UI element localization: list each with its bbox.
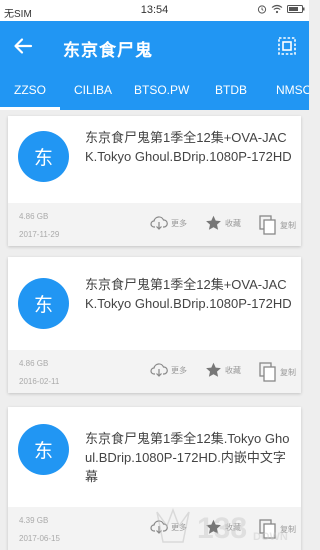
battery-icon: [287, 5, 305, 13]
copy-icon: [259, 215, 276, 235]
copy-icon: [259, 362, 276, 382]
tab-active-indicator: [0, 107, 60, 110]
select-all-icon[interactable]: [277, 36, 297, 56]
arrow-back-icon[interactable]: [12, 35, 34, 57]
copy-label: 复制: [280, 367, 296, 377]
copy-button[interactable]: 复制: [259, 362, 296, 382]
star-icon: [206, 215, 221, 230]
tab-zzso[interactable]: ZZSO: [14, 83, 46, 97]
result-meta: 4.86 GB 2016-02-11 更多 收藏 复制: [8, 350, 301, 393]
result-date: 2016-02-11: [19, 377, 60, 386]
tab-nmso[interactable]: NMSO: [276, 83, 309, 97]
star-icon: [206, 362, 221, 377]
watermark-word: DOWN: [253, 531, 288, 543]
favorite-button[interactable]: 收藏: [205, 362, 241, 378]
result-title[interactable]: 东京食尸鬼第1季全12集.Tokyo Ghoul.BDrip.1080P-172…: [85, 429, 293, 486]
page-title: 东京食尸鬼: [63, 41, 153, 60]
copy-label: 复制: [280, 220, 296, 230]
watermark-number: 138: [197, 512, 247, 545]
file-size: 4.39 GB: [19, 516, 49, 525]
result-date: 2017-11-29: [19, 230, 60, 239]
result-card[interactable]: 东 东京食尸鬼第1季全12集+OVA-JACK.Tokyo Ghoul.BDri…: [8, 116, 301, 246]
result-meta: 4.86 GB 2017-11-29 更多 收藏 复制: [8, 203, 301, 246]
app-bar: 东京食尸鬼: [0, 21, 309, 72]
copy-button[interactable]: 复制: [259, 215, 296, 235]
status-bar: 无SIM 13:54: [0, 0, 309, 21]
favorite-label: 收藏: [225, 365, 241, 375]
more-label: 更多: [171, 218, 187, 228]
more-label: 更多: [171, 365, 187, 375]
avatar: 东: [18, 278, 69, 329]
tab-btso-pw[interactable]: BTSO.PW: [134, 83, 189, 97]
tab-btdb[interactable]: BTDB: [215, 83, 247, 97]
file-size: 4.86 GB: [19, 359, 49, 368]
result-date: 2017-06-15: [19, 534, 60, 543]
more-button[interactable]: 更多: [150, 362, 187, 378]
file-size: 4.86 GB: [19, 212, 49, 221]
more-button[interactable]: 更多: [150, 215, 187, 231]
favorite-label: 收藏: [225, 218, 241, 228]
avatar: 东: [18, 424, 69, 475]
status-icons: [257, 4, 305, 14]
cloud-download-icon: [150, 363, 168, 377]
result-title[interactable]: 东京食尸鬼第1季全12集+OVA-JACK.Tokyo Ghoul.BDrip.…: [85, 128, 293, 166]
alarm-icon: [257, 5, 267, 14]
cloud-download-icon: [150, 216, 168, 230]
site-watermark-logo: 138 DOWN: [156, 507, 288, 545]
result-card[interactable]: 东 东京食尸鬼第1季全12集+OVA-JACK.Tokyo Ghoul.BDri…: [8, 257, 301, 393]
favorite-button[interactable]: 收藏: [205, 215, 241, 231]
wifi-icon: [271, 4, 283, 14]
tab-ciliba[interactable]: CILIBA: [74, 83, 112, 97]
source-tabs: ZZSO CILIBA BTSO.PW BTDB NMSO: [0, 72, 309, 110]
avatar: 东: [18, 131, 69, 182]
result-title[interactable]: 东京食尸鬼第1季全12集+OVA-JACK.Tokyo Ghoul.BDrip.…: [85, 275, 293, 313]
